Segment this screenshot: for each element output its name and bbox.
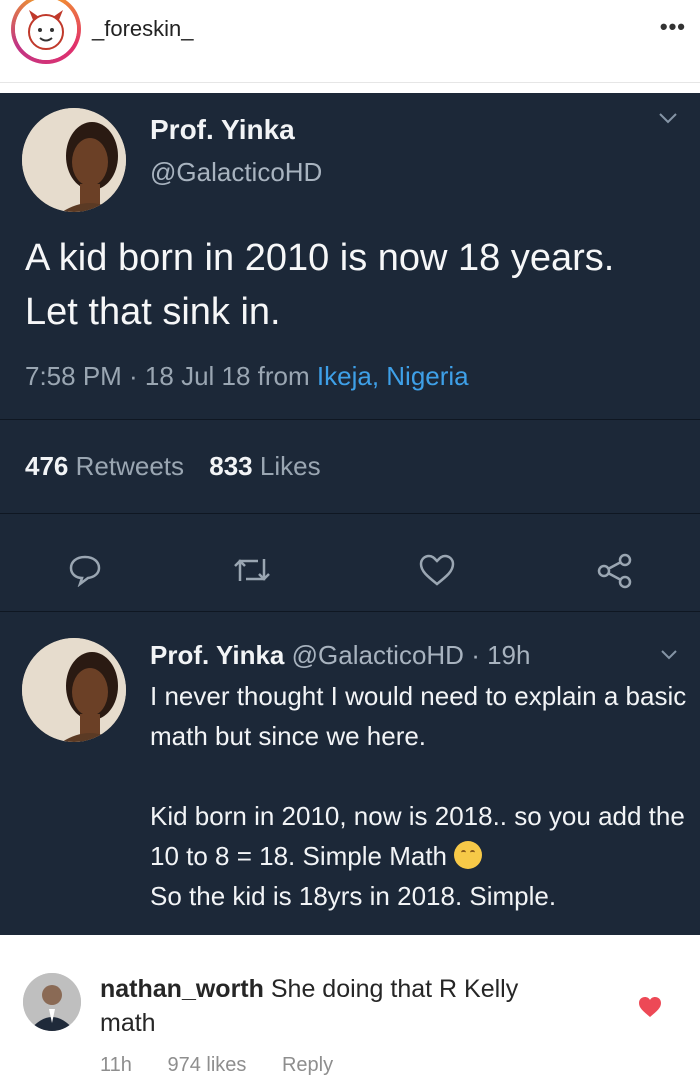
like-count: 833 (209, 451, 253, 481)
heart-filled-icon[interactable] (638, 996, 662, 1023)
reply-link[interactable]: Reply (282, 1054, 333, 1076)
tweet-author-name: Prof. Yinka (150, 114, 295, 145)
poster-avatar[interactable] (15, 0, 77, 60)
reply-header: Prof. Yinka @GalacticoHD · 19h (150, 640, 530, 671)
retweet-label: Retweets (75, 451, 185, 481)
comment-age: 11h (100, 1054, 132, 1076)
reply-time: · 19h (471, 640, 531, 670)
heart-outline-icon (418, 553, 456, 592)
like-label: Likes (259, 451, 321, 481)
reply-author-photo (22, 638, 126, 742)
retweet-count: 476 (25, 451, 69, 481)
post-header: _foreskin_ ••• (0, 0, 700, 83)
reply-text: I never thought I would need to explain … (150, 676, 690, 916)
divider (0, 513, 700, 514)
divider (0, 419, 700, 420)
relieved-face-icon (454, 841, 483, 869)
chevron-down-icon (658, 111, 678, 130)
comment-meta: 11h 974 likes Reply (100, 1054, 363, 1077)
comment-row: nathan_worth She doing that R Kelly math… (0, 936, 700, 1076)
tweet-timestamp: 7:58 PM · 18 Jul 18 from Ikeja, Nigeria (25, 361, 469, 392)
divider (0, 611, 700, 612)
tweet-screenshot: Prof. Yinka @GalacticoHD A kid born in 2… (0, 93, 700, 935)
share-icon (596, 553, 634, 594)
tweet-time: 7:58 PM · 18 Jul 18 from (25, 361, 317, 391)
reply-icon (68, 553, 102, 592)
comment-text: nathan_worth She doing that R Kelly math (100, 972, 570, 1040)
commenter-avatar[interactable] (23, 973, 81, 1031)
tweet-location: Ikeja, Nigeria (316, 361, 469, 391)
reply-line-3: So the kid is 18yrs in 2018. Simple. (150, 881, 557, 911)
tweet-stats: 476 Retweets 833 Likes (25, 451, 321, 482)
reply-line-1: I never thought I would need to explain … (150, 681, 687, 751)
comment-likes[interactable]: 974 likes (167, 1054, 246, 1076)
reply-line-2: Kid born in 2010, now is 2018.. so you a… (150, 801, 685, 871)
reply-author-handle: @GalacticoHD (291, 640, 464, 670)
chevron-down-icon (660, 648, 678, 666)
retweet-icon (232, 553, 272, 592)
more-options-icon[interactable]: ••• (660, 14, 686, 40)
tweet-author-handle: @GalacticoHD (150, 157, 323, 187)
tweet-text: A kid born in 2010 is now 18 years. Let … (25, 237, 615, 333)
commenter-username[interactable]: nathan_worth (100, 975, 264, 1003)
tweet-author-photo (22, 108, 126, 212)
poster-username[interactable]: _foreskin_ (92, 16, 194, 42)
reply-author-name: Prof. Yinka (150, 640, 285, 670)
poster-avatar-ring[interactable] (11, 0, 81, 64)
